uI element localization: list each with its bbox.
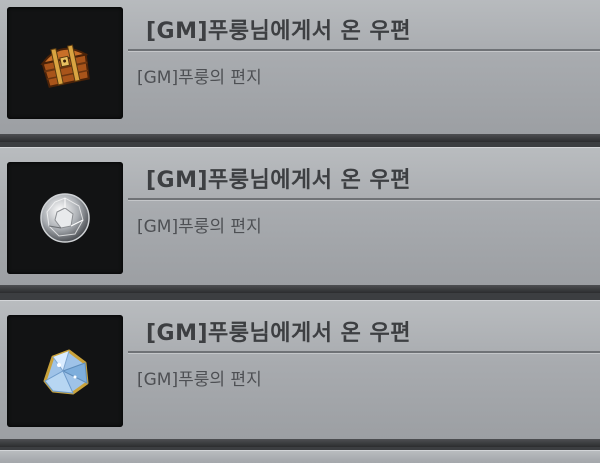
- mail-subtitle: [GM]푸룽의 편지: [137, 68, 262, 88]
- mail-item[interactable]: [GM]푸룽님에게서 온 우편 [GM]푸룽의 편지: [0, 0, 600, 142]
- item-slot[interactable]: [7, 162, 123, 274]
- item-slot[interactable]: [7, 315, 123, 427]
- mail-title: [GM]푸룽님에게서 온 우편: [146, 168, 412, 193]
- divider: [128, 351, 600, 354]
- crystal-ore-icon: [43, 349, 89, 395]
- mail-subtitle: [GM]푸룽의 편지: [137, 217, 262, 237]
- divider: [128, 198, 600, 201]
- diamond-gem-icon: [40, 193, 90, 243]
- mail-list: [GM]푸룽님에게서 온 우편 [GM]푸룽의 편지 [GM]푸룽님에게서 온 …: [0, 0, 600, 463]
- treasure-chest-icon: [40, 44, 90, 88]
- divider: [128, 49, 600, 52]
- mail-item[interactable]: [GM]푸룽님에게서 온 우편 [GM]푸룽의 편지: [0, 300, 600, 447]
- mail-item[interactable]: [GM]푸룽님에게서 온 우편 [GM]푸룽의 편지: [0, 147, 600, 293]
- mail-item-partial[interactable]: [0, 450, 600, 463]
- mail-title: [GM]푸룽님에게서 온 우편: [146, 321, 412, 346]
- item-slot[interactable]: [7, 7, 123, 119]
- mail-subtitle: [GM]푸룽의 편지: [137, 370, 262, 390]
- mail-title: [GM]푸룽님에게서 온 우편: [146, 19, 412, 44]
